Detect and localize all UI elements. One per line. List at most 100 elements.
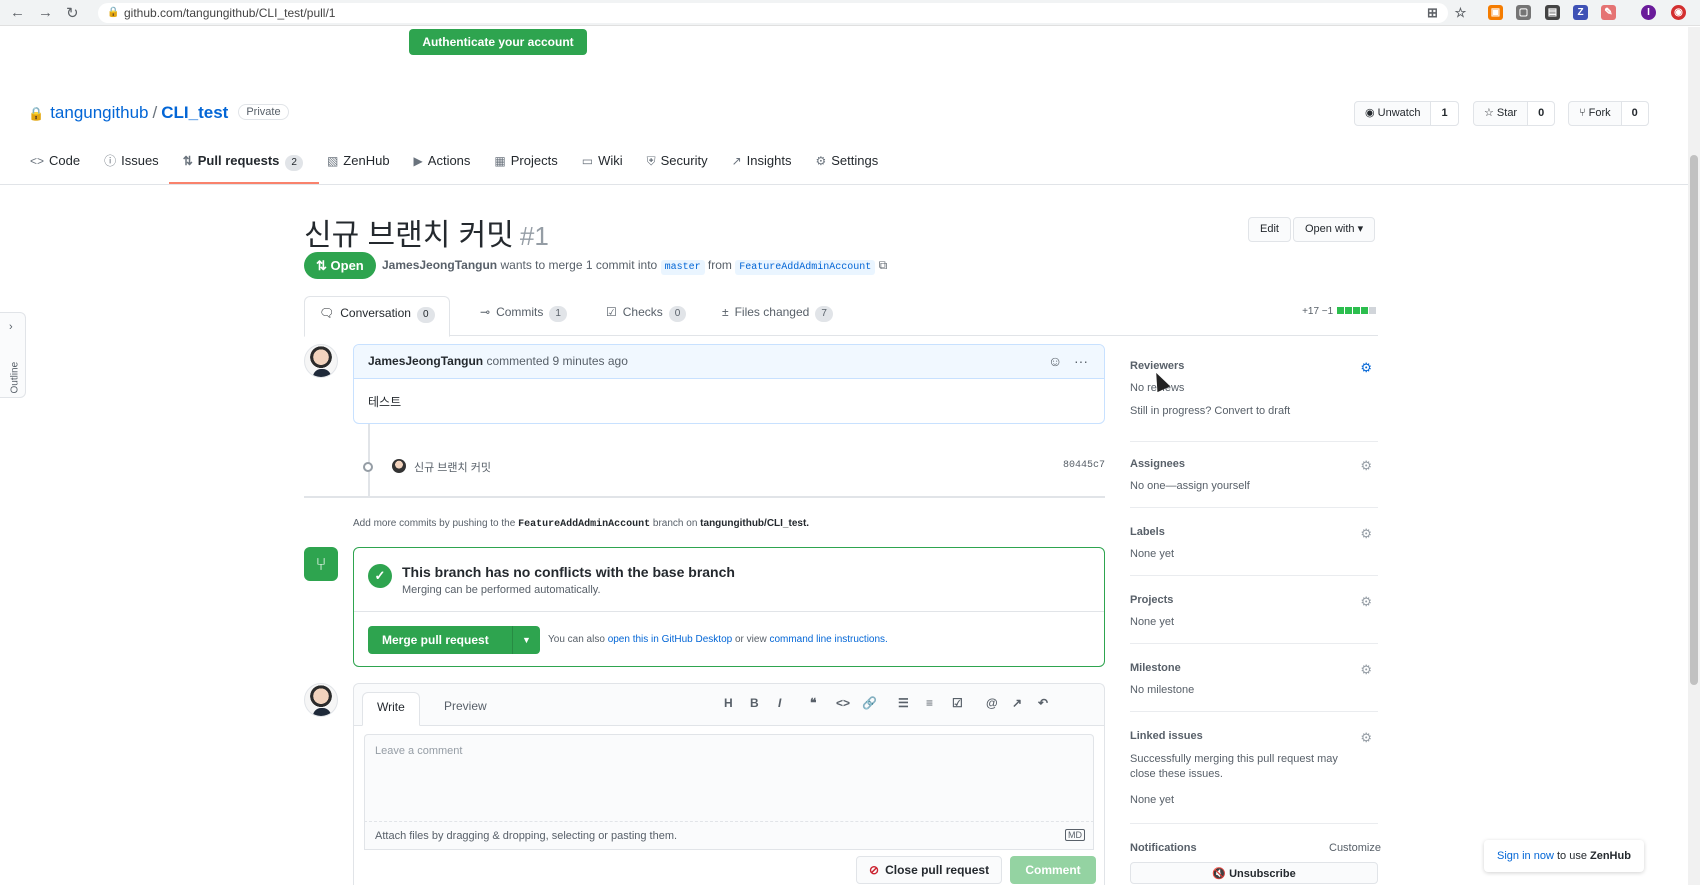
zenhub-icon[interactable]: Z <box>1573 5 1588 20</box>
customize-link[interactable]: Customize <box>1329 842 1381 854</box>
tab-wiki[interactable]: ▭ Wiki <box>582 148 623 184</box>
profile-icon[interactable]: I <box>1641 5 1656 20</box>
open-desktop-link[interactable]: open this in GitHub Desktop <box>608 634 733 645</box>
pr-author-link[interactable]: JamesJeongTangun <box>382 258 497 272</box>
merge-text-1: wants to merge 1 commit into <box>500 258 658 272</box>
pr-tab-counter: 0 <box>668 306 687 322</box>
quote-icon[interactable]: ❝ <box>810 696 816 710</box>
tab-zenhub[interactable]: ▧ ZenHub <box>327 148 390 184</box>
copy-icon[interactable]: ⧉ <box>879 258 888 272</box>
tab-settings[interactable]: ⚙ Settings <box>815 148 878 184</box>
tab-pull-requests[interactable]: ⇅ Pull requests 2 <box>168 148 320 184</box>
tab-insights[interactable]: ↗ Insights <box>732 148 792 184</box>
tab-code[interactable]: <> Code <box>30 148 80 184</box>
projects-title[interactable]: Projects <box>1130 594 1173 606</box>
tab-preview[interactable]: Preview <box>430 692 501 726</box>
linked-issues-title[interactable]: Linked issues <box>1130 730 1203 742</box>
outline-toggle[interactable]: › Outline <box>0 312 26 398</box>
tab-projects[interactable]: ▦ Projects <box>494 148 557 184</box>
bulleted-list-icon[interactable]: ☰ <box>898 696 909 710</box>
ext-dark-icon[interactable]: ▤ <box>1545 5 1560 20</box>
unwatch-button[interactable]: ◉ Unwatch 1 <box>1354 101 1459 126</box>
head-branch[interactable]: FeatureAddAdminAccount <box>735 260 876 275</box>
tab-issues[interactable]: ⓘ Issues <box>104 148 159 184</box>
merge-pull-request-button[interactable]: Merge pull request ▼ <box>368 626 540 654</box>
command-line-link[interactable]: command line instructions. <box>769 634 887 645</box>
pr-tab-commits[interactable]: ⊸ Commits 1 <box>470 296 567 336</box>
push-hint-repo: tangungithub/CLI_test. <box>700 518 810 529</box>
link-icon[interactable]: 🔗 <box>862 696 877 710</box>
forward-icon[interactable]: → <box>38 4 53 21</box>
star-button[interactable]: ☆ Star 0 <box>1473 101 1556 126</box>
gear-icon[interactable]: ⚙ <box>1360 360 1372 376</box>
gear-icon[interactable]: ⚙ <box>1360 730 1372 746</box>
star-icon[interactable]: ☆ <box>1453 5 1468 20</box>
ext-orange-icon[interactable]: ▣ <box>1488 5 1503 20</box>
close-pull-request-button[interactable]: ⊘ Close pull request <box>856 856 1003 884</box>
unsubscribe-button[interactable]: 🔇 Unsubscribe <box>1130 862 1378 884</box>
milestone-title[interactable]: Milestone <box>1130 662 1181 674</box>
zenhub-popup-text: to use <box>1556 850 1587 862</box>
task-list-icon[interactable]: ☑ <box>952 696 963 710</box>
tab-security[interactable]: ⛨ Security <box>647 148 708 184</box>
pr-tab-checks[interactable]: ☑ Checks 0 <box>596 296 687 336</box>
numbered-list-icon[interactable]: ≡ <box>926 696 933 710</box>
ext-gray-icon[interactable]: ▢ <box>1516 5 1531 20</box>
open-with-button[interactable]: Open with ▾ <box>1293 217 1376 242</box>
comment-author[interactable]: JamesJeongTangun <box>368 354 483 368</box>
attach-files-area[interactable]: Attach files by dragging & dropping, sel… <box>364 822 1094 850</box>
assignees-title[interactable]: Assignees <box>1130 458 1185 470</box>
edit-button[interactable]: Edit <box>1248 217 1291 242</box>
reviewers-title[interactable]: Reviewers <box>1130 360 1184 372</box>
mention-icon[interactable]: @ <box>986 696 998 710</box>
tab-counter: 2 <box>285 155 303 171</box>
more-icon[interactable]: ··· <box>1074 353 1088 369</box>
pr-tab-conversation[interactable]: 🗨 Conversation 0 <box>304 296 450 337</box>
assignees-value[interactable]: No one—assign yourself <box>1130 480 1250 492</box>
markdown-icon[interactable]: MD <box>1065 829 1085 841</box>
translate-icon[interactable]: ⊞ <box>1425 5 1440 20</box>
star-count[interactable]: 0 <box>1528 102 1555 125</box>
gear-icon[interactable]: ⚙ <box>1360 458 1372 474</box>
italic-icon[interactable]: I <box>778 696 781 710</box>
base-branch[interactable]: master <box>660 260 705 275</box>
pr-tab-label: Conversation <box>340 306 411 320</box>
emoji-icon[interactable]: ☺ <box>1048 353 1062 369</box>
convert-to-draft-link[interactable]: Still in progress? Convert to draft <box>1130 405 1290 417</box>
commit-sha[interactable]: 80445c7 <box>1063 460 1105 471</box>
gear-icon[interactable]: ⚙ <box>1360 526 1372 542</box>
authenticate-button[interactable]: Authenticate your account <box>409 29 587 55</box>
scrollbar-thumb[interactable] <box>1690 155 1698 685</box>
repo-owner-link[interactable]: tangungithub <box>50 103 148 122</box>
address-bar[interactable]: 🔒 github.com/tangungithub/CLI_test/pull/… <box>98 3 1448 23</box>
gear-icon[interactable]: ⚙ <box>1360 594 1372 610</box>
gear-icon[interactable]: ⚙ <box>1360 662 1372 678</box>
bold-icon[interactable]: B <box>750 696 759 710</box>
reference-icon[interactable]: ↗ <box>1012 696 1022 710</box>
repo-name-link[interactable]: CLI_test <box>161 103 228 122</box>
back-icon[interactable]: ← <box>10 4 25 21</box>
code-icon[interactable]: <> <box>836 696 850 710</box>
tab-write[interactable]: Write <box>362 692 420 726</box>
reload-icon[interactable]: ↻ <box>66 4 79 22</box>
unwatch-count[interactable]: 1 <box>1431 102 1458 125</box>
avatar[interactable] <box>392 459 406 473</box>
diffstat-box <box>1369 307 1376 314</box>
fork-count[interactable]: 0 <box>1621 102 1648 125</box>
caret-down-icon[interactable]: ▼ <box>512 626 540 654</box>
reply-icon[interactable]: ↶ <box>1038 696 1048 710</box>
comment-textarea[interactable]: Leave a comment <box>364 734 1094 822</box>
tab-actions[interactable]: ▶ Actions <box>414 148 471 184</box>
ext-redcircle-icon[interactable]: ◉ <box>1671 5 1686 20</box>
avatar[interactable] <box>304 344 338 378</box>
commit-message[interactable]: 신규 브랜치 커밋 <box>414 459 491 475</box>
heading-icon[interactable]: H <box>724 696 733 710</box>
comment-button[interactable]: Comment <box>1010 856 1096 884</box>
avatar[interactable] <box>304 683 338 717</box>
ext-red-icon[interactable]: ✎ <box>1601 5 1616 20</box>
pr-tab-files-changed[interactable]: ± Files changed 7 <box>712 296 833 336</box>
notifications-title: Notifications <box>1130 842 1197 854</box>
labels-title[interactable]: Labels <box>1130 526 1165 538</box>
zenhub-signin-link[interactable]: Sign in now <box>1497 850 1554 862</box>
fork-button[interactable]: ⑂ Fork 0 <box>1568 101 1649 126</box>
